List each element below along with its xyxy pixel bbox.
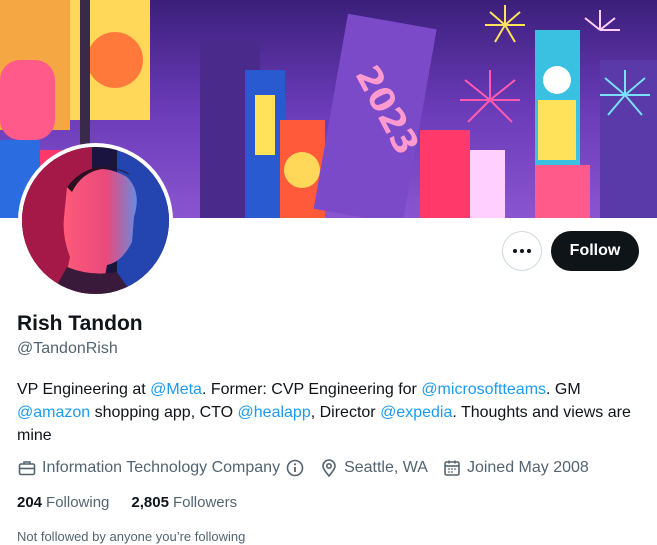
bio-text: VP Engineering at [17, 381, 151, 398]
info-icon[interactable] [285, 458, 305, 478]
location-pin-icon [322, 459, 336, 478]
mention-healapp-link[interactable]: @healapp [238, 404, 311, 421]
briefcase-icon [18, 461, 36, 476]
joined-text: Joined May 2008 [466, 459, 589, 476]
follow-button[interactable]: Follow [551, 231, 639, 271]
mention-meta-link[interactable]: @Meta [150, 381, 202, 398]
follow-counts: 204 Following 2,805 Followers [17, 494, 259, 511]
avatar-image [22, 147, 169, 294]
followers-label: Followers [172, 494, 238, 511]
calendar-icon [444, 460, 460, 476]
mention-expedia-link[interactable]: @expedia [380, 404, 452, 421]
profile-category: Information Technology Company [17, 458, 305, 478]
category-text: Information Technology Company [42, 459, 281, 476]
followers-count: 2,805 [131, 494, 169, 511]
following-count: 204 [17, 494, 43, 511]
profile-name: Rish Tandon [17, 312, 143, 335]
bio-text: . GM [546, 381, 581, 398]
more-horizontal-icon [513, 249, 531, 253]
mention-amazon-link[interactable]: @amazon [17, 404, 90, 421]
followers-link[interactable]: 2,805 Followers [131, 494, 237, 511]
profile-handle: @TandonRish [17, 340, 118, 357]
profile-location: Seattle, WA [319, 458, 428, 478]
following-link[interactable]: 204 Following [17, 494, 109, 511]
mention-microsoftteams-link[interactable]: @microsoftteams [421, 381, 546, 398]
bio-text: shopping app, CTO [90, 404, 238, 421]
profile-meta: Information Technology Company Seattle, … [17, 456, 603, 480]
profile-bio: VP Engineering at @Meta. Former: CVP Eng… [17, 378, 647, 447]
profile-joined: Joined May 2008 [442, 458, 589, 478]
following-label: Following [46, 494, 110, 511]
more-options-button[interactable] [502, 231, 542, 271]
avatar[interactable] [18, 143, 173, 298]
not-followed-notice: Not followed by anyone you’re following [17, 529, 246, 544]
bio-text: . Former: CVP Engineering for [201, 381, 422, 398]
bio-text: , Director [310, 404, 381, 421]
location-text: Seattle, WA [344, 459, 428, 476]
